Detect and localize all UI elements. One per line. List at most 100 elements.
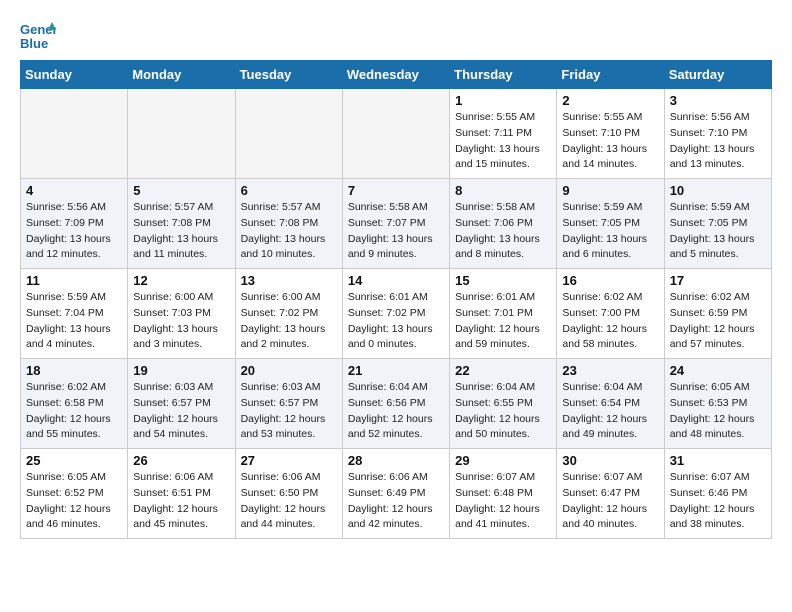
- day-number: 11: [26, 273, 122, 288]
- day-number: 28: [348, 453, 444, 468]
- day-info: Sunrise: 6:07 AM Sunset: 6:48 PM Dayligh…: [455, 470, 551, 533]
- day-number: 2: [562, 93, 658, 108]
- day-info: Sunrise: 6:05 AM Sunset: 6:53 PM Dayligh…: [670, 380, 766, 443]
- weekday-header-saturday: Saturday: [664, 61, 771, 89]
- day-info: Sunrise: 6:02 AM Sunset: 7:00 PM Dayligh…: [562, 290, 658, 353]
- day-info: Sunrise: 5:59 AM Sunset: 7:05 PM Dayligh…: [562, 200, 658, 263]
- day-number: 25: [26, 453, 122, 468]
- calendar-cell: 20 Sunrise: 6:03 AM Sunset: 6:57 PM Dayli…: [235, 359, 342, 449]
- day-number: 6: [241, 183, 337, 198]
- day-info: Sunrise: 6:06 AM Sunset: 6:49 PM Dayligh…: [348, 470, 444, 533]
- calendar-table: SundayMondayTuesdayWednesdayThursdayFrid…: [20, 60, 772, 539]
- weekday-header-sunday: Sunday: [21, 61, 128, 89]
- day-info: Sunrise: 6:05 AM Sunset: 6:52 PM Dayligh…: [26, 470, 122, 533]
- day-info: Sunrise: 5:57 AM Sunset: 7:08 PM Dayligh…: [133, 200, 229, 263]
- calendar-cell: 13Sunrise: 6:00 AM Sunset: 7:02 PM Dayli…: [235, 269, 342, 359]
- day-number: 19: [133, 363, 229, 378]
- day-info: Sunrise: 5:58 AM Sunset: 7:06 PM Dayligh…: [455, 200, 551, 263]
- day-number: 10: [670, 183, 766, 198]
- logo-icon: General Blue: [20, 20, 56, 50]
- calendar-cell: 28 Sunrise: 6:06 AM Sunset: 6:49 PM Dayli…: [342, 449, 449, 539]
- day-number: 15: [455, 273, 551, 288]
- day-number: 5: [133, 183, 229, 198]
- day-number: 14: [348, 273, 444, 288]
- calendar-cell: 9 Sunrise: 5:59 AM Sunset: 7:05 PM Daylig…: [557, 179, 664, 269]
- calendar-cell: 7 Sunrise: 5:58 AM Sunset: 7:07 PM Daylig…: [342, 179, 449, 269]
- day-info: Sunrise: 6:01 AM Sunset: 7:01 PM Dayligh…: [455, 290, 551, 353]
- calendar-cell: 17 Sunrise: 6:02 AM Sunset: 6:59 PM Dayli…: [664, 269, 771, 359]
- day-number: 9: [562, 183, 658, 198]
- day-number: 22: [455, 363, 551, 378]
- day-info: Sunrise: 6:00 AM Sunset: 7:03 PM Dayligh…: [133, 290, 229, 353]
- day-info: Sunrise: 5:58 AM Sunset: 7:07 PM Dayligh…: [348, 200, 444, 263]
- calendar-cell: [235, 89, 342, 179]
- day-info: Sunrise: 6:04 AM Sunset: 6:56 PM Dayligh…: [348, 380, 444, 443]
- calendar-cell: 27 Sunrise: 6:06 AM Sunset: 6:50 PM Dayli…: [235, 449, 342, 539]
- calendar-cell: 31 Sunrise: 6:07 AM Sunset: 6:46 PM Dayli…: [664, 449, 771, 539]
- calendar-cell: [21, 89, 128, 179]
- day-number: 21: [348, 363, 444, 378]
- weekday-header-wednesday: Wednesday: [342, 61, 449, 89]
- day-number: 20: [241, 363, 337, 378]
- day-info: Sunrise: 5:59 AM Sunset: 7:04 PM Dayligh…: [26, 290, 122, 353]
- calendar-cell: [128, 89, 235, 179]
- page-header: General Blue: [20, 20, 772, 50]
- day-number: 1: [455, 93, 551, 108]
- svg-text:Blue: Blue: [20, 36, 48, 50]
- day-info: Sunrise: 6:00 AM Sunset: 7:02 PM Dayligh…: [241, 290, 337, 353]
- day-info: Sunrise: 6:03 AM Sunset: 6:57 PM Dayligh…: [241, 380, 337, 443]
- day-number: 8: [455, 183, 551, 198]
- calendar-cell: 3 Sunrise: 5:56 AM Sunset: 7:10 PM Daylig…: [664, 89, 771, 179]
- day-number: 17: [670, 273, 766, 288]
- day-info: Sunrise: 6:03 AM Sunset: 6:57 PM Dayligh…: [133, 380, 229, 443]
- calendar-cell: 8 Sunrise: 5:58 AM Sunset: 7:06 PM Daylig…: [450, 179, 557, 269]
- day-info: Sunrise: 6:02 AM Sunset: 6:59 PM Dayligh…: [670, 290, 766, 353]
- day-info: Sunrise: 6:06 AM Sunset: 6:51 PM Dayligh…: [133, 470, 229, 533]
- day-number: 18: [26, 363, 122, 378]
- day-number: 27: [241, 453, 337, 468]
- day-number: 24: [670, 363, 766, 378]
- calendar-cell: 21 Sunrise: 6:04 AM Sunset: 6:56 PM Dayli…: [342, 359, 449, 449]
- day-info: Sunrise: 5:57 AM Sunset: 7:08 PM Dayligh…: [241, 200, 337, 263]
- day-number: 29: [455, 453, 551, 468]
- calendar-cell: 18 Sunrise: 6:02 AM Sunset: 6:58 PM Dayli…: [21, 359, 128, 449]
- day-info: Sunrise: 5:55 AM Sunset: 7:10 PM Dayligh…: [562, 110, 658, 173]
- calendar-cell: 30 Sunrise: 6:07 AM Sunset: 6:47 PM Dayli…: [557, 449, 664, 539]
- day-number: 7: [348, 183, 444, 198]
- day-number: 12: [133, 273, 229, 288]
- calendar-cell: 25 Sunrise: 6:05 AM Sunset: 6:52 PM Dayli…: [21, 449, 128, 539]
- day-info: Sunrise: 6:04 AM Sunset: 6:55 PM Dayligh…: [455, 380, 551, 443]
- day-number: 16: [562, 273, 658, 288]
- day-number: 4: [26, 183, 122, 198]
- day-number: 30: [562, 453, 658, 468]
- calendar-cell: 11 Sunrise: 5:59 AM Sunset: 7:04 PM Dayli…: [21, 269, 128, 359]
- calendar-cell: 4 Sunrise: 5:56 AM Sunset: 7:09 PM Daylig…: [21, 179, 128, 269]
- weekday-header-tuesday: Tuesday: [235, 61, 342, 89]
- calendar-cell: 14 Sunrise: 6:01 AM Sunset: 7:02 PM Dayli…: [342, 269, 449, 359]
- day-info: Sunrise: 6:04 AM Sunset: 6:54 PM Dayligh…: [562, 380, 658, 443]
- calendar-cell: 22 Sunrise: 6:04 AM Sunset: 6:55 PM Dayli…: [450, 359, 557, 449]
- day-number: 31: [670, 453, 766, 468]
- calendar-cell: 15 Sunrise: 6:01 AM Sunset: 7:01 PM Dayli…: [450, 269, 557, 359]
- calendar-cell: 23 Sunrise: 6:04 AM Sunset: 6:54 PM Dayli…: [557, 359, 664, 449]
- day-number: 23: [562, 363, 658, 378]
- day-info: Sunrise: 5:56 AM Sunset: 7:10 PM Dayligh…: [670, 110, 766, 173]
- calendar-cell: 5 Sunrise: 5:57 AM Sunset: 7:08 PM Daylig…: [128, 179, 235, 269]
- day-number: 3: [670, 93, 766, 108]
- day-info: Sunrise: 6:07 AM Sunset: 6:47 PM Dayligh…: [562, 470, 658, 533]
- calendar-cell: 12 Sunrise: 6:00 AM Sunset: 7:03 PM Dayli…: [128, 269, 235, 359]
- day-info: Sunrise: 6:07 AM Sunset: 6:46 PM Dayligh…: [670, 470, 766, 533]
- logo: General Blue: [20, 20, 60, 50]
- day-info: Sunrise: 5:56 AM Sunset: 7:09 PM Dayligh…: [26, 200, 122, 263]
- day-number: 26: [133, 453, 229, 468]
- weekday-header-thursday: Thursday: [450, 61, 557, 89]
- day-info: Sunrise: 6:06 AM Sunset: 6:50 PM Dayligh…: [241, 470, 337, 533]
- calendar-cell: 6 Sunrise: 5:57 AM Sunset: 7:08 PM Daylig…: [235, 179, 342, 269]
- day-info: Sunrise: 6:01 AM Sunset: 7:02 PM Dayligh…: [348, 290, 444, 353]
- calendar-cell: 26 Sunrise: 6:06 AM Sunset: 6:51 PM Dayli…: [128, 449, 235, 539]
- weekday-header-monday: Monday: [128, 61, 235, 89]
- calendar-cell: 29 Sunrise: 6:07 AM Sunset: 6:48 PM Dayli…: [450, 449, 557, 539]
- day-info: Sunrise: 6:02 AM Sunset: 6:58 PM Dayligh…: [26, 380, 122, 443]
- calendar-cell: 10Sunrise: 5:59 AM Sunset: 7:05 PM Dayli…: [664, 179, 771, 269]
- weekday-header-friday: Friday: [557, 61, 664, 89]
